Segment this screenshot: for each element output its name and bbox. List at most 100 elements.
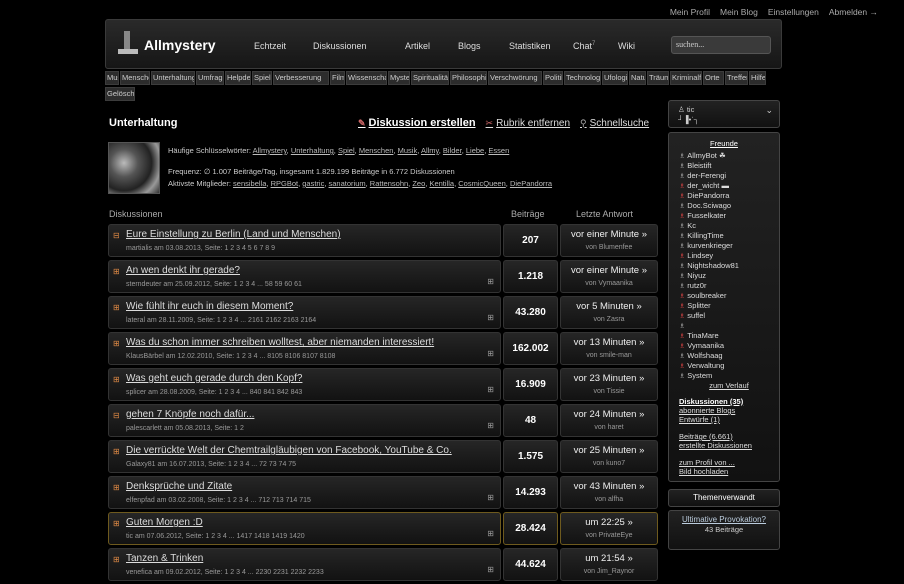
- category-tab[interactable]: Unterhaltung: [151, 71, 195, 85]
- friend-item[interactable]: ♗ DiePandorra: [679, 191, 779, 201]
- friend-item[interactable]: ♗ Verwaltung: [679, 361, 779, 371]
- related-title[interactable]: Ultimative Provokation?: [669, 515, 779, 525]
- subscribe-icon[interactable]: ⊞: [487, 565, 494, 574]
- friend-item[interactable]: ♗ Fusselkater: [679, 211, 779, 221]
- friend-item[interactable]: ♗ kurvenkrieger: [679, 241, 779, 251]
- top-link[interactable]: Mein Profil: [670, 7, 710, 17]
- thread-title-link[interactable]: Was geht euch gerade durch den Kopf?: [126, 373, 302, 384]
- friend-item[interactable]: ♗ Vymaanika: [679, 341, 779, 351]
- search-input[interactable]: suchen...: [671, 36, 771, 54]
- member-link[interactable]: DiePandorra: [510, 179, 552, 188]
- category-tab[interactable]: Ufologie: [602, 71, 628, 85]
- friend-item[interactable]: ♗ System: [679, 371, 779, 381]
- friend-item[interactable]: ♗ KillingTime: [679, 231, 779, 241]
- subscribe-icon[interactable]: ⊞: [487, 313, 494, 322]
- member-link[interactable]: Kentilla: [429, 179, 454, 188]
- category-tab[interactable]: Träume: [647, 71, 669, 85]
- last-reply-time-link[interactable]: um 22:25 »: [561, 517, 657, 528]
- top-link[interactable]: Einstellungen: [768, 7, 819, 17]
- sidebar-link[interactable]: Beiträge (6.661): [679, 432, 779, 441]
- category-tab[interactable]: Verschwörung: [488, 71, 542, 85]
- member-link[interactable]: gastric: [302, 179, 324, 188]
- last-reply-time-link[interactable]: vor 43 Minuten »: [561, 481, 657, 492]
- last-reply-time-link[interactable]: vor 13 Minuten »: [561, 337, 657, 348]
- sidebar-link[interactable]: erstellte Diskussionen: [679, 441, 779, 450]
- remove-category-button[interactable]: ✂ Rubrik entfernen: [486, 117, 570, 129]
- category-tab[interactable]: Spiritualität: [411, 71, 449, 85]
- friend-item[interactable]: ♗ AllmyBot ☘: [679, 151, 779, 161]
- friend-item[interactable]: ♗ Wolfshaag: [679, 351, 779, 361]
- last-reply-time-link[interactable]: vor einer Minute »: [561, 229, 657, 240]
- friend-item[interactable]: ♗ Nightshadow81: [679, 261, 779, 271]
- friends-title[interactable]: Freunde: [679, 139, 779, 148]
- last-reply-time-link[interactable]: vor 25 Minuten »: [561, 445, 657, 456]
- sidebar-link[interactable]: Entwürfe (1): [679, 415, 779, 424]
- last-reply-time-link[interactable]: vor 5 Minuten »: [561, 301, 657, 312]
- last-reply-time-link[interactable]: vor 24 Minuten »: [561, 409, 657, 420]
- category-tab[interactable]: Mystery: [388, 71, 410, 85]
- last-reply-time-link[interactable]: vor einer Minute »: [561, 265, 657, 276]
- thread-title-link[interactable]: Wie fühlt ihr euch in diesem Moment?: [126, 301, 293, 312]
- logo-icon[interactable]: [118, 31, 138, 57]
- sidebar-link[interactable]: zum Profil von ...: [679, 458, 779, 467]
- category-tab[interactable]: Philosophie: [450, 71, 487, 85]
- category-tab[interactable]: Orte: [703, 71, 724, 85]
- nav-item[interactable]: Wiki: [618, 41, 658, 51]
- category-tab[interactable]: Umfragen: [196, 71, 224, 85]
- friend-item[interactable]: ♗ Lindsey: [679, 251, 779, 261]
- subscribe-icon[interactable]: ⊞: [487, 493, 494, 502]
- subscribe-icon[interactable]: ⊞: [487, 529, 494, 538]
- keyword-link[interactable]: Allmystery: [253, 146, 287, 155]
- category-tab[interactable]: Menschen: [120, 71, 150, 85]
- category-tab[interactable]: Wissenschaft: [346, 71, 387, 85]
- category-tab[interactable]: Kriminalfälle: [670, 71, 702, 85]
- nav-item[interactable]: Diskussionen: [313, 41, 405, 51]
- friend-item[interactable]: ♗ suffel: [679, 311, 779, 321]
- category-tab[interactable]: Verbesserung: [273, 71, 329, 85]
- subscribe-icon[interactable]: ⊞: [487, 277, 494, 286]
- last-reply-time-link[interactable]: um 21:54 »: [561, 553, 657, 564]
- subscribe-icon[interactable]: ⊞: [487, 385, 494, 394]
- friend-item[interactable]: ♗ Kc: [679, 221, 779, 231]
- keyword-link[interactable]: Essen: [488, 146, 509, 155]
- friend-item[interactable]: ♗ rutz0r: [679, 281, 779, 291]
- keyword-link[interactable]: Liebe: [466, 146, 484, 155]
- last-reply-time-link[interactable]: vor 23 Minuten »: [561, 373, 657, 384]
- category-tab[interactable]: Spiele: [252, 71, 272, 85]
- keyword-link[interactable]: Menschen: [359, 146, 394, 155]
- category-tab[interactable]: Politik: [543, 71, 563, 85]
- keyword-link[interactable]: Unterhaltung: [291, 146, 334, 155]
- quicksearch-button[interactable]: ⚲ Schnellsuche: [580, 117, 649, 129]
- category-tab[interactable]: Natur: [629, 71, 646, 85]
- create-discussion-button[interactable]: ✎ Diskussion erstellen: [358, 117, 476, 129]
- sidebar-link[interactable]: Bild hochladen: [679, 467, 779, 476]
- member-link[interactable]: Zeo: [412, 179, 425, 188]
- friend-item[interactable]: ♗ der_wicht ▬: [679, 181, 779, 191]
- nav-item[interactable]: Echtzeit: [254, 41, 313, 51]
- sidebar-link[interactable]: Diskussionen (35): [679, 397, 779, 406]
- chevron-down-icon[interactable]: ⌄: [765, 105, 773, 115]
- category-tab[interactable]: Hilfe: [749, 71, 766, 85]
- member-link[interactable]: RPGBot: [271, 179, 299, 188]
- nav-item[interactable]: Statistiken: [509, 41, 573, 51]
- thread-title-link[interactable]: Eure Einstellung zu Berlin (Land und Men…: [126, 229, 341, 240]
- friend-item[interactable]: ♗ TinaMare: [679, 331, 779, 341]
- category-tab[interactable]: Treffen: [725, 71, 748, 85]
- thread-title-link[interactable]: Guten Morgen :D: [126, 517, 203, 528]
- keyword-link[interactable]: Allmy: [421, 146, 439, 155]
- category-tab[interactable]: Musik: [105, 71, 119, 85]
- nav-item[interactable]: Chat7: [573, 41, 618, 51]
- member-link[interactable]: sensibella: [233, 179, 266, 188]
- thread-title-link[interactable]: Was du schon immer schreiben wolltest, a…: [126, 337, 434, 348]
- thread-title-link[interactable]: gehen 7 Knöpfe noch dafür...: [126, 409, 254, 420]
- friend-item[interactable]: ♗ Splitter: [679, 301, 779, 311]
- logo-text[interactable]: Allmystery: [144, 37, 216, 53]
- top-link[interactable]: Abmelden →: [829, 7, 878, 17]
- friend-item[interactable]: ♗ der-Ferengi: [679, 171, 779, 181]
- subscribe-icon[interactable]: ⊞: [487, 421, 494, 430]
- friend-item[interactable]: ♗ Doc.Sciwago: [679, 201, 779, 211]
- user-box[interactable]: ♙ tic ┘▐•ˈ┐ ⌄: [668, 100, 780, 128]
- subscribe-icon[interactable]: ⊞: [487, 349, 494, 358]
- sidebar-link[interactable]: abonnierte Blogs: [679, 406, 779, 415]
- friend-item[interactable]: ♗: [679, 321, 779, 331]
